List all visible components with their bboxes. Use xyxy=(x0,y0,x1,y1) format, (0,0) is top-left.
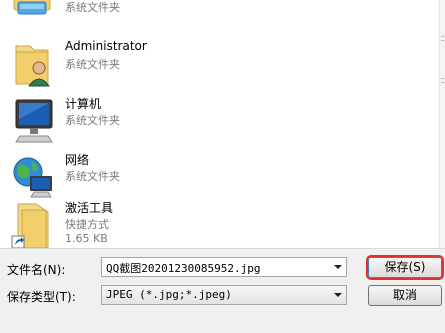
scrollbar-grip xyxy=(441,78,444,79)
save-button[interactable]: 保存(S) xyxy=(368,257,442,278)
filetype-select[interactable]: JPEG (*.jpg;*.jpeg) xyxy=(101,285,347,305)
vertical-scrollbar[interactable] xyxy=(439,0,445,248)
save-button-label: 保存(S) xyxy=(384,260,426,274)
list-item[interactable]: 计算机 系统文件夹 xyxy=(0,92,440,148)
item-type: 系统文件夹 xyxy=(65,1,120,14)
file-list[interactable]: 系统文件夹 Administrator 系统文件夹 计算机 系统文件夹 网络 系… xyxy=(0,0,445,248)
shortcut-folder-icon xyxy=(8,200,58,248)
filename-label: 文件名(N): xyxy=(7,263,66,277)
save-options-panel: 文件名(N): QQ截图20201230085952.jpg 保存类型(T): … xyxy=(0,248,445,333)
chevron-down-icon[interactable] xyxy=(334,293,342,297)
cancel-button-label: 取消 xyxy=(392,288,417,302)
item-name: 激活工具 xyxy=(65,201,114,215)
folder-partial-icon xyxy=(8,0,58,16)
item-type: 系统文件夹 xyxy=(65,114,120,127)
filename-value: QQ截图20201230085952.jpg xyxy=(106,262,261,275)
user-folder-icon xyxy=(8,40,58,90)
item-name: 网络 xyxy=(65,153,90,167)
item-type: 系统文件夹 xyxy=(65,170,120,183)
filename-input[interactable]: QQ截图20201230085952.jpg xyxy=(101,257,347,277)
scrollbar-grip xyxy=(441,40,444,41)
cancel-button[interactable]: 取消 xyxy=(368,285,442,306)
list-item[interactable]: 系统文件夹 xyxy=(0,0,440,18)
scrollbar-grip xyxy=(441,82,444,83)
scrollbar-grip xyxy=(441,36,444,37)
filetype-label: 保存类型(T): xyxy=(7,290,76,304)
item-size: 1.65 KB xyxy=(65,232,108,245)
item-type: 快捷方式 xyxy=(65,218,109,231)
filetype-value: JPEG (*.jpg;*.jpeg) xyxy=(106,288,232,301)
computer-icon xyxy=(8,96,58,146)
item-type: 系统文件夹 xyxy=(65,58,120,71)
chevron-down-icon[interactable] xyxy=(334,265,342,269)
item-name: Administrator xyxy=(65,39,147,53)
network-globe-icon xyxy=(8,152,58,202)
item-name: 计算机 xyxy=(65,97,102,111)
list-item[interactable]: Administrator 系统文件夹 xyxy=(0,36,440,92)
list-item[interactable]: 激活工具 快捷方式 1.65 KB xyxy=(0,196,440,248)
